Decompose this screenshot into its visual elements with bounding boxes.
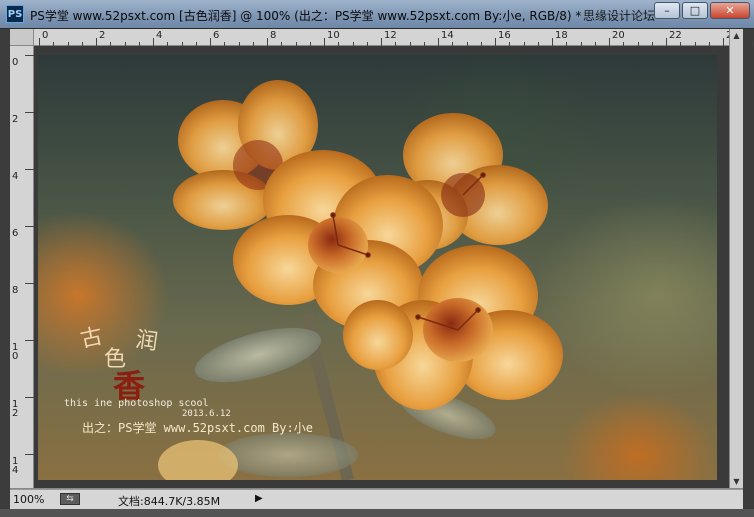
ruler-tick-label: 2 xyxy=(12,114,19,125)
artwork-credit: 出之：PS学堂 www.52psxt.com By:小e xyxy=(82,421,313,435)
ruler-tick xyxy=(25,397,34,398)
ruler-minor-tick xyxy=(751,42,753,46)
ruler-tick-label: 20 xyxy=(612,30,625,41)
window-controls: – □ ✕ xyxy=(654,2,750,19)
title-bar[interactable]: PS PS学堂 www.52psxt.com [古色润香] @ 100% (出之… xyxy=(0,0,754,29)
ruler-tick-label: 2 xyxy=(99,30,106,41)
artwork-date: 2013.6.12 xyxy=(182,409,231,419)
ruler-tick xyxy=(609,38,610,46)
ruler-tick xyxy=(25,112,34,113)
close-button[interactable]: ✕ xyxy=(710,2,750,19)
ruler-tick xyxy=(381,38,382,46)
ruler-tick-label: 12 xyxy=(12,399,19,419)
status-toggle-icon[interactable]: ⇆ xyxy=(60,493,80,505)
ruler-tick xyxy=(25,454,34,455)
ruler-tick xyxy=(96,38,97,46)
status-bar: 100% ⇆ 文档:844.7K/3.85M ▶ xyxy=(10,489,743,509)
vertical-scrollbar[interactable]: ▲ ▼ xyxy=(729,29,743,488)
zoom-level[interactable]: 100% xyxy=(13,493,44,506)
ruler-tick-label: 0 xyxy=(12,57,19,68)
watermark-text: 思缘设计论坛 xyxy=(583,9,656,23)
ruler-tick-label: 10 xyxy=(12,342,19,362)
ruler-tick-label: 4 xyxy=(12,171,19,182)
ruler-tick xyxy=(39,38,40,46)
ruler-tick xyxy=(324,38,325,46)
vertical-ruler[interactable]: 0 2 4 6 8 10 12 14 xyxy=(10,46,34,488)
scroll-up-icon[interactable]: ▲ xyxy=(730,29,743,42)
ruler-tick-label: 14 xyxy=(441,30,454,41)
ruler-tick-label: 6 xyxy=(12,228,19,239)
ruler-tick-label: 10 xyxy=(327,30,340,41)
ruler-tick-label: 12 xyxy=(384,30,397,41)
ruler-tick xyxy=(25,340,34,341)
ruler-tick xyxy=(552,38,553,46)
ruler-tick-label: 22 xyxy=(669,30,682,41)
ruler-tick-label: 14 xyxy=(12,456,19,476)
document-artwork[interactable]: 古 色 润 香 this ine photoshop scool 2013.6.… xyxy=(38,55,717,480)
maximize-button[interactable]: □ xyxy=(682,2,708,19)
document-title: PS学堂 www.52psxt.com [古色润香] @ 100% (出之：PS… xyxy=(30,9,582,23)
ruler-tick-label: 0 xyxy=(42,30,49,41)
ruler-tick xyxy=(153,38,154,46)
ruler-tick-label: 16 xyxy=(498,30,511,41)
ruler-origin[interactable] xyxy=(10,29,34,46)
ruler-tick xyxy=(210,38,211,46)
ruler-tick xyxy=(25,226,34,227)
ruler-tick-label: 8 xyxy=(270,30,277,41)
photoshop-window: PS PS学堂 www.52psxt.com [古色润香] @ 100% (出之… xyxy=(0,0,754,517)
ruler-tick-label: 4 xyxy=(156,30,163,41)
scroll-down-icon[interactable]: ▼ xyxy=(730,475,743,488)
ruler-tick xyxy=(666,38,667,46)
ruler-tick xyxy=(438,38,439,46)
bottom-frame xyxy=(0,509,754,517)
ruler-tick xyxy=(267,38,268,46)
ruler-tick-label: 18 xyxy=(555,30,568,41)
status-menu-arrow-icon[interactable]: ▶ xyxy=(255,493,263,504)
flower-illustration xyxy=(158,80,563,480)
ruler-tick xyxy=(723,38,724,46)
ruler-tick-label: 8 xyxy=(12,285,19,296)
document-size: 文档:844.7K/3.85M xyxy=(118,495,221,508)
ruler-tick xyxy=(25,283,34,284)
ruler-tick xyxy=(25,169,34,170)
title-char-run: 润 xyxy=(134,327,160,356)
ruler-tick xyxy=(25,55,34,56)
ruler-tick xyxy=(495,38,496,46)
ruler-tick-label: 6 xyxy=(213,30,220,41)
photoshop-app-icon[interactable]: PS xyxy=(6,5,24,23)
minimize-button[interactable]: – xyxy=(654,2,680,19)
english-caption: this ine photoshop scool xyxy=(64,398,209,409)
horizontal-ruler[interactable]: 024681012141618202224 xyxy=(34,29,753,46)
